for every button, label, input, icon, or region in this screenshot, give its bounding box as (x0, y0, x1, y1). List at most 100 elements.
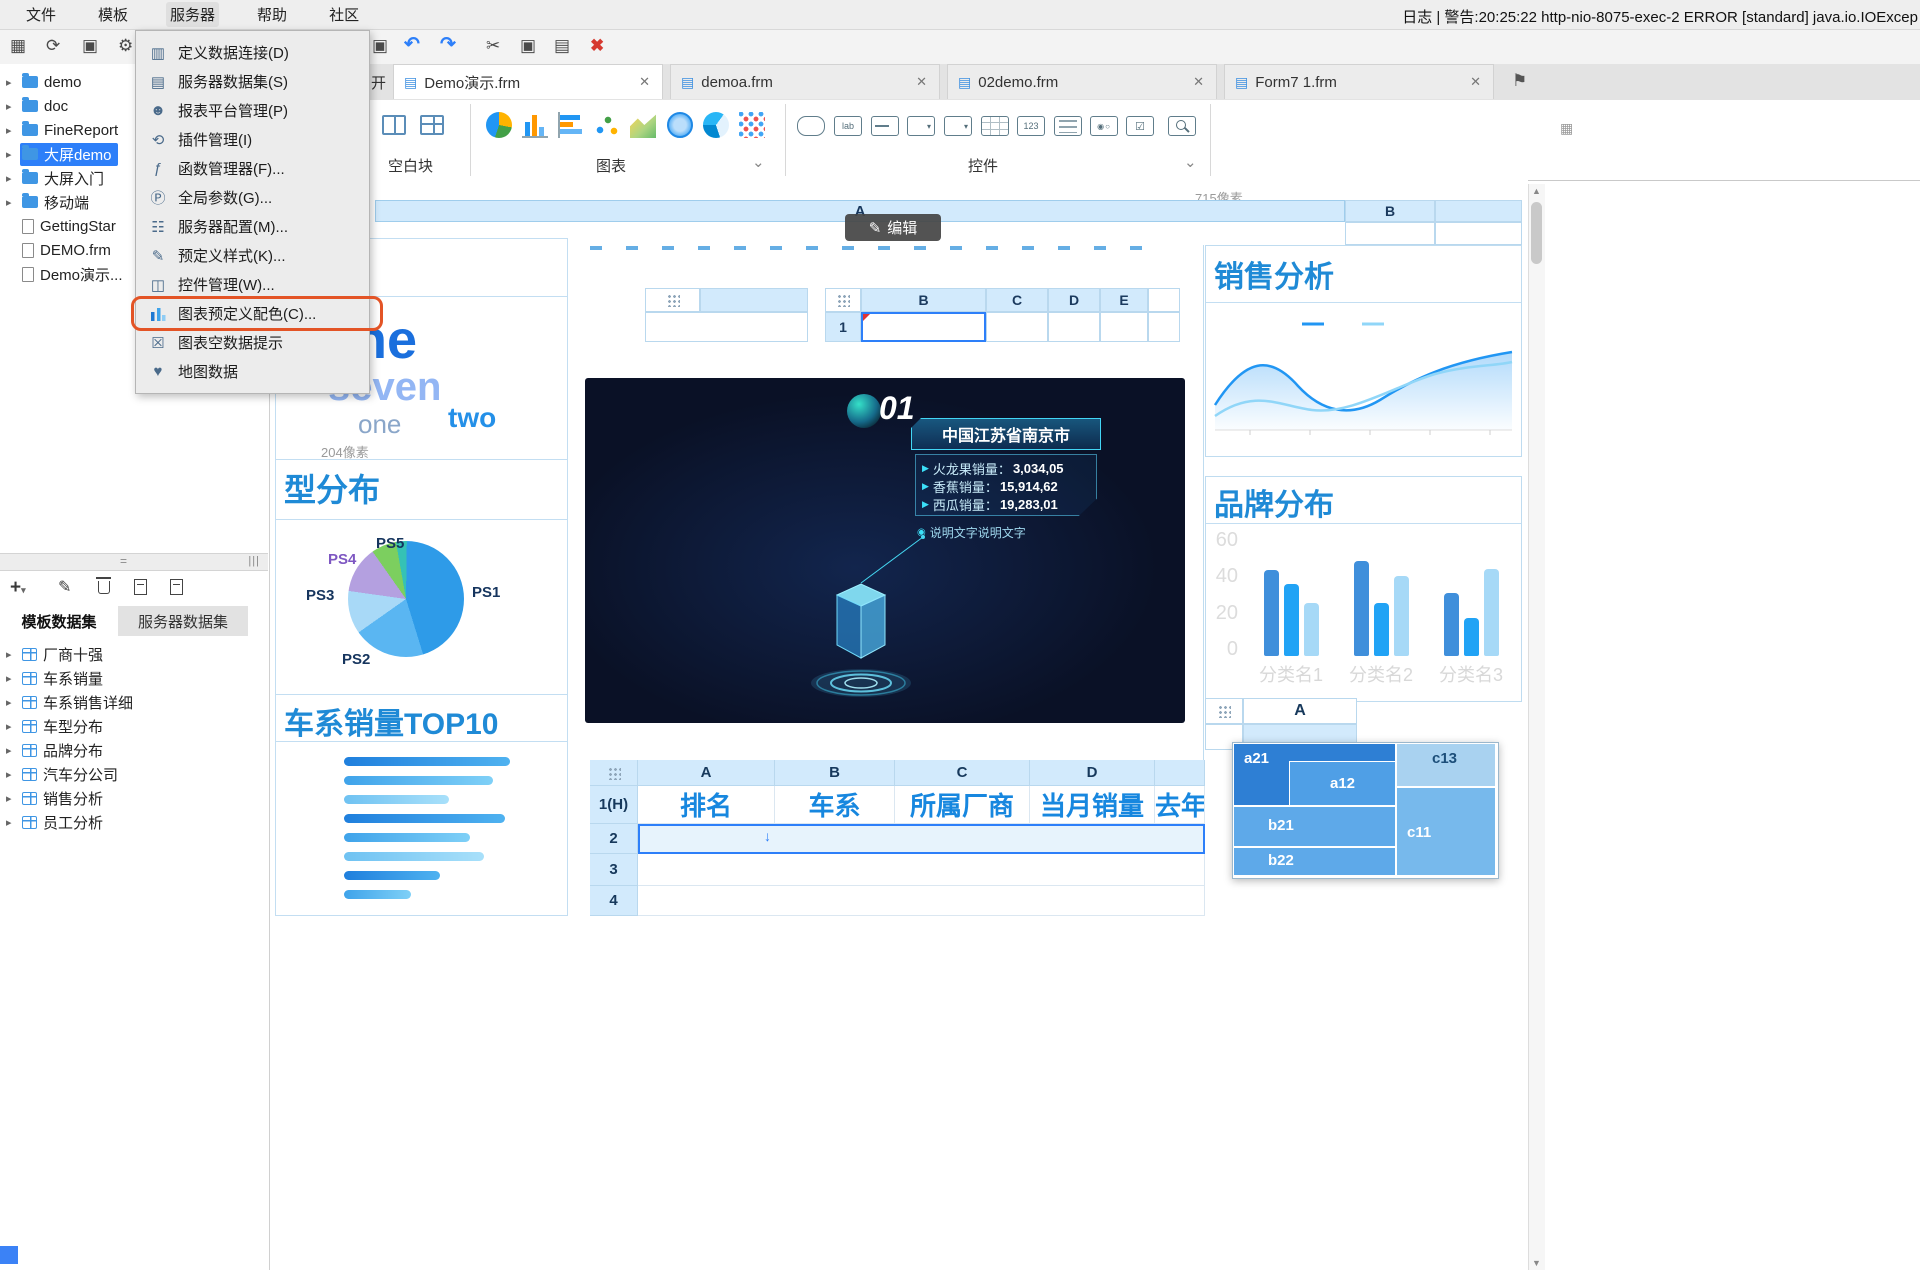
expand-arrow-icon[interactable]: ▸ (6, 172, 20, 185)
brand-bars[interactable] (1246, 542, 1516, 656)
expand-arrow-icon[interactable]: ▸ (6, 720, 20, 733)
top10-bars[interactable] (344, 757, 520, 909)
preview-icon[interactable] (134, 579, 147, 595)
scroll-down-icon[interactable]: ▼ (1532, 1258, 1541, 1268)
server-menu-item[interactable]: ✎ 预定义样式(K)... (136, 241, 369, 270)
grid-corner-cell[interactable] (1205, 698, 1243, 724)
design-canvas[interactable]: 715像素 A B ✎ 编辑 P10 nine seven one two 20… (270, 180, 1528, 1270)
map-hologram-panel[interactable]: 01 中国江苏省南京市 ▶ 火龙果销量： 3,034,05 ▶ 香蕉销量： 15… (585, 378, 1185, 723)
selected-cell[interactable] (861, 312, 986, 342)
redo-icon[interactable]: ↷ (440, 33, 456, 56)
expand-arrow-icon[interactable]: ▸ (6, 768, 20, 781)
split-block-icon[interactable] (382, 115, 406, 135)
textfield-widget-icon[interactable] (871, 116, 899, 136)
area-chart-icon[interactable] (630, 112, 656, 138)
query-widget-icon[interactable] (1168, 116, 1196, 136)
table-cell[interactable] (638, 854, 1205, 886)
expand-arrow-icon[interactable]: ▸ (6, 792, 20, 805)
dataset-item[interactable]: ▸ 汽车分公司 (0, 762, 268, 786)
table-cell[interactable] (638, 886, 1205, 916)
cell-c11[interactable]: c11 (1396, 787, 1496, 876)
pie-chart[interactable] (348, 541, 464, 657)
close-icon[interactable]: ✕ (914, 74, 929, 90)
chevron-down-icon[interactable]: ⌄ (1184, 153, 1197, 171)
server-menu-item[interactable]: Ⓟ 全局参数(G)... (136, 183, 369, 212)
table-col-header[interactable]: D (1030, 760, 1155, 786)
copy-icon[interactable]: ▣ (520, 36, 536, 56)
top-right-grid[interactable]: B (1345, 200, 1522, 245)
grid-header-cell[interactable]: E (1100, 288, 1148, 312)
expand-arrow-icon[interactable]: ▸ (6, 744, 20, 757)
table-cell[interactable]: 去年 (1155, 786, 1205, 824)
server-menu-item[interactable]: ☷ 服务器配置(M)... (136, 212, 369, 241)
table-col-header[interactable]: C (895, 760, 1030, 786)
document-tab[interactable]: ▤ Demo演示.frm ✕ (393, 64, 663, 99)
server-menu-item[interactable]: ⟲ 插件管理(I) (136, 125, 369, 154)
grid-header-cell[interactable] (700, 288, 808, 312)
menubar-item[interactable]: 文件 (22, 2, 60, 27)
sheet-icon[interactable] (170, 579, 183, 595)
dataset-item[interactable]: ▸ 车系销售详细 (0, 690, 268, 714)
grid-cell[interactable] (1100, 312, 1148, 342)
menubar-item[interactable]: 社区 (325, 2, 363, 27)
menubar-item[interactable]: 模板 (94, 2, 132, 27)
pie-chart-icon[interactable] (486, 112, 512, 138)
brand-distribution-panel[interactable]: 品牌分布 6040200 分类名1分类名2分类名3 (1205, 476, 1522, 702)
close-icon[interactable]: ✕ (637, 74, 652, 90)
add-icon[interactable]: +▾ (10, 577, 26, 599)
expand-arrow-icon[interactable]: ▸ (6, 696, 20, 709)
document-tab[interactable]: ▤ 02demo.frm ✕ (947, 64, 1217, 99)
cell-layout-overlay[interactable]: a21 a12 c13 c11 b21 b22 (1232, 742, 1499, 879)
collapse-panel-icon[interactable]: ▦ (1560, 120, 1573, 137)
scroll-up-icon[interactable]: ▲ (1532, 186, 1541, 196)
dataset-item[interactable]: ▸ 厂商十强 (0, 642, 268, 666)
paste-icon[interactable]: ▤ (554, 36, 570, 56)
trash-icon[interactable] (98, 581, 110, 594)
cell-b22[interactable]: b22 (1233, 847, 1396, 876)
selected-cell-range[interactable]: ↓ (638, 824, 1205, 854)
expand-arrow-icon[interactable]: ▸ (6, 124, 20, 137)
table-row-header[interactable]: 4 (590, 886, 638, 916)
expand-arrow-icon[interactable]: ▸ (6, 648, 20, 661)
server-menu-item[interactable]: ☒ 图表空数据提示 (136, 328, 369, 357)
dataset-item[interactable]: ▸ 车系销量 (0, 666, 268, 690)
combobox-widget-icon[interactable]: ▾ (907, 116, 935, 136)
grid-header-cell[interactable]: C (986, 288, 1048, 312)
close-icon[interactable]: ✕ (1468, 74, 1483, 90)
expand-arrow-icon[interactable]: ▸ (6, 76, 20, 89)
bar-chart-icon[interactable] (522, 112, 548, 138)
edit-icon[interactable]: ✎ (58, 577, 71, 597)
grid-header-cell[interactable]: A (1243, 698, 1357, 724)
server-menu-item[interactable]: ♥ 地图数据 (136, 357, 369, 386)
dataset-item[interactable]: ▸ 车型分布 (0, 714, 268, 738)
dataset-item[interactable]: ▸ 员工分析 (0, 810, 268, 834)
document-tab[interactable]: ▤ demoa.frm ✕ (670, 64, 940, 99)
grid-row-header[interactable]: 1 (825, 312, 861, 342)
table-row-header[interactable]: 1(H) (590, 786, 638, 824)
table-col-header[interactable]: A (638, 760, 775, 786)
radio-widget-icon[interactable]: ◉○ (1090, 116, 1118, 136)
list-widget-icon[interactable] (1054, 116, 1082, 136)
grid-cell[interactable] (986, 312, 1048, 342)
vertical-scrollbar[interactable]: ▲ ▼ (1528, 184, 1545, 1270)
document-tab[interactable]: ▤ Form7 1.frm ✕ (1224, 64, 1494, 99)
grid-cell[interactable] (1148, 288, 1180, 312)
sales-line-chart[interactable] (1210, 310, 1517, 450)
dataset-item[interactable]: ▸ 品牌分布 (0, 738, 268, 762)
dot-matrix-chart-icon[interactable] (739, 112, 765, 138)
pages-icon[interactable]: ▣ (82, 36, 98, 56)
expand-arrow-icon[interactable]: ▸ (6, 672, 20, 685)
server-menu-item[interactable]: ƒ 函数管理器(F)... (136, 154, 369, 183)
table-row-header[interactable]: 3 (590, 854, 638, 886)
grid-corner-cell[interactable] (825, 288, 861, 312)
cell-a12[interactable]: a12 (1289, 761, 1396, 806)
table-cell[interactable]: 车系 (775, 786, 895, 824)
table-col-header[interactable] (1155, 760, 1205, 786)
scrollbar-thumb[interactable] (1531, 202, 1542, 264)
grid-header-cell[interactable]: B (861, 288, 986, 312)
label-widget-icon[interactable]: lab (834, 116, 862, 136)
table-corner-cell[interactable] (590, 760, 638, 786)
grid-cell[interactable] (1148, 312, 1180, 342)
dataset-tab[interactable]: 服务器数据集 (118, 606, 248, 636)
cut-icon[interactable]: ✂ (486, 36, 500, 56)
